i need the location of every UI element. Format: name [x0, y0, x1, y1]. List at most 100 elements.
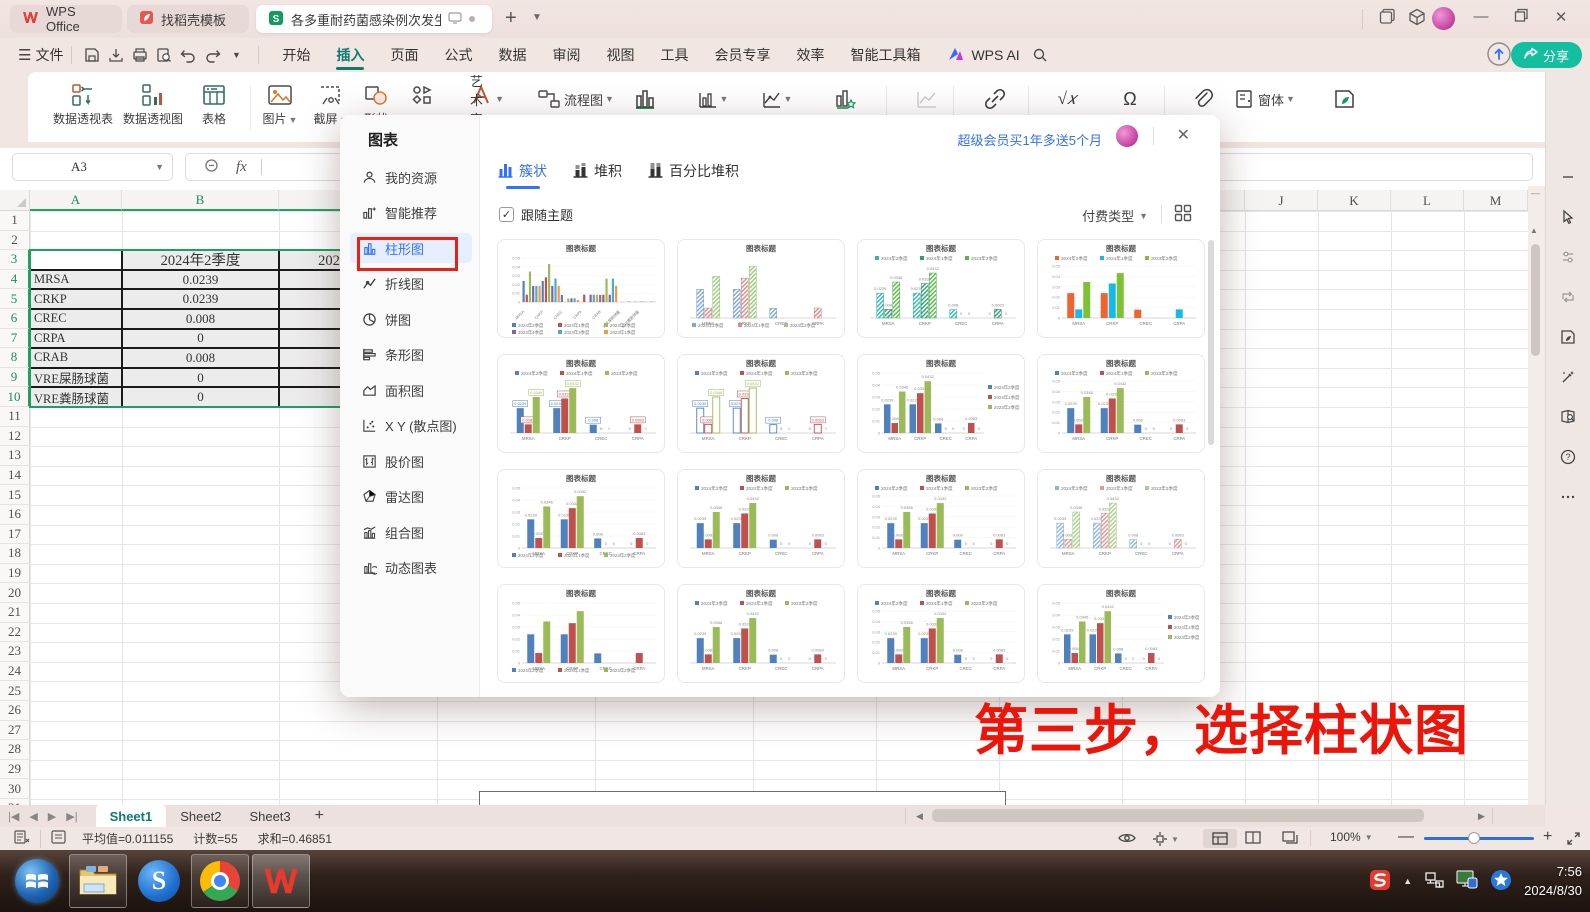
cell-B4[interactable]: 0.0239 — [122, 270, 279, 290]
tab-active-document[interactable]: S 各多重耐药菌感染例次发生率 — [256, 5, 492, 33]
wps-ai-button[interactable]: WPS AI — [947, 46, 1019, 65]
attachment-button[interactable] — [1186, 84, 1220, 114]
vertical-scrollbar[interactable]: — ▲ — [1528, 186, 1544, 805]
chart-template-thumbnail[interactable]: 图表标题2024年2季度2024年1季度2023年2季度0.02390.0083… — [677, 469, 845, 568]
print-icon[interactable] — [128, 44, 152, 66]
sidebar-item-动态图表[interactable]: 动态图表 — [350, 553, 472, 583]
sogou-tray-icon[interactable] — [1369, 869, 1391, 894]
cell-B10[interactable]: 0 — [122, 387, 279, 407]
add-sheet-button[interactable]: + — [315, 807, 324, 825]
row-header-18[interactable]: 18 — [0, 544, 30, 564]
menu-tab-视图[interactable]: 视图 — [593, 38, 647, 72]
chart-template-thumbnail[interactable]: 图表标题MRSACRKPCRECCRPA2024年2季度2024年1季度2023… — [677, 239, 845, 338]
sidebar-item-面积图[interactable]: 面积图 — [350, 375, 472, 405]
hscroll-thumb[interactable] — [932, 809, 1424, 822]
restore-button[interactable] — [1506, 8, 1536, 27]
recommended-chart-button[interactable] — [828, 84, 862, 114]
sidebar-item-饼图[interactable]: 饼图 — [350, 304, 472, 334]
cell-A7[interactable]: CRPA — [30, 329, 122, 349]
row-header-7[interactable]: 7 — [0, 329, 30, 349]
menu-tab-公式[interactable]: 公式 — [431, 38, 485, 72]
sidebar-item-X Y (散点图)[interactable]: X Y (散点图) — [350, 411, 472, 441]
row-header-4[interactable]: 4 — [0, 270, 30, 290]
sidebar-item-组合图[interactable]: 组合图 — [350, 517, 472, 547]
dialog-scrollbar[interactable] — [1208, 240, 1214, 680]
scroll-up-icon[interactable]: ▲ — [1530, 226, 1538, 235]
print-preview-icon[interactable] — [152, 44, 176, 66]
search-icon[interactable] — [1028, 44, 1052, 66]
row-header-3[interactable]: 3 — [0, 250, 30, 270]
eye-icon[interactable] — [1118, 831, 1136, 848]
select-cursor-icon[interactable] — [1555, 204, 1581, 230]
row-header-27[interactable]: 27 — [0, 721, 30, 741]
chart-template-thumbnail[interactable]: 图表标题0.050.040.030.020.0100.02390.00830.0… — [497, 469, 665, 568]
row-header-30[interactable]: 30 — [0, 779, 30, 799]
row-header-25[interactable]: 25 — [0, 681, 30, 701]
row-header-29[interactable]: 29 — [0, 760, 30, 780]
column-header-A[interactable]: A — [30, 190, 122, 211]
file-explorer-button[interactable] — [69, 854, 127, 908]
sogou-browser-button[interactable]: S — [130, 854, 188, 908]
cell-A8[interactable]: CRAB — [30, 348, 122, 368]
chart-template-thumbnail[interactable]: 图表标题2024年2季度2024年1季度2023年2季度0.050.040.03… — [1037, 584, 1205, 683]
more-ellipsis-icon[interactable] — [1555, 484, 1581, 510]
clock[interactable]: 7:56 2024/8/30 — [1524, 862, 1582, 901]
menu-tab-审阅[interactable]: 审阅 — [539, 38, 593, 72]
row-header-21[interactable]: 21 — [0, 603, 30, 623]
minimize-button[interactable]: — — [1466, 8, 1496, 25]
column-header-K[interactable]: K — [1318, 190, 1391, 211]
cell-B6[interactable]: 0.008 — [122, 309, 279, 329]
sidebar-item-条形图[interactable]: 条形图 — [350, 340, 472, 370]
more-commands-icon[interactable]: ▼ — [224, 44, 248, 66]
row-header-26[interactable]: 26 — [0, 701, 30, 721]
tabs-dropdown-icon[interactable]: ▼ — [532, 12, 542, 23]
view-layout-button[interactable] — [1282, 831, 1298, 847]
help-icon[interactable]: ? — [1555, 444, 1581, 470]
360-safety-icon[interactable] — [1490, 869, 1512, 894]
sidebar-item-智能推荐[interactable]: 智能推荐 — [350, 198, 472, 228]
move-selection-icon[interactable]: ▼ — [1152, 831, 1179, 847]
name-box[interactable]: A3 ▼ — [12, 153, 173, 181]
menu-tab-智能工具箱[interactable]: 智能工具箱 — [837, 38, 933, 72]
cell-B5[interactable]: 0.0239 — [122, 289, 279, 309]
prev-sheet-icon[interactable]: ◀ — [29, 810, 37, 823]
start-button[interactable] — [8, 854, 66, 908]
menu-tab-插入[interactable]: 插入 — [323, 38, 377, 72]
row-header-10[interactable]: 10 — [0, 387, 30, 407]
sparkline-button[interactable] — [910, 84, 944, 114]
close-button[interactable]: ✕ — [1546, 8, 1576, 26]
column-header-M[interactable]: M — [1464, 190, 1528, 211]
column-header-L[interactable]: L — [1391, 190, 1464, 211]
docer-resource-button[interactable] — [1328, 84, 1362, 114]
pivot-table-button[interactable]: 数据透视表 — [50, 80, 116, 127]
display-settings-icon[interactable] — [1456, 870, 1478, 893]
row-header-28[interactable]: 28 — [0, 740, 30, 760]
row-header-13[interactable]: 13 — [0, 446, 30, 466]
chart-template-thumbnail[interactable]: 图表标题2024年2季度2024年1季度2023年2季度0.02390.0083… — [497, 354, 665, 453]
new-tab-button[interactable]: + — [505, 7, 517, 30]
doc-finder-icon[interactable] — [1555, 404, 1581, 430]
output-icon[interactable] — [104, 44, 128, 66]
select-all-corner[interactable] — [0, 190, 30, 211]
row-header-11[interactable]: 11 — [0, 407, 30, 427]
chart-template-thumbnail[interactable]: 图表标题2024年2季度2024年1季度2023年2季度0.050.040.03… — [857, 354, 1025, 453]
chart-button[interactable] — [628, 84, 662, 114]
selection-stats-icon[interactable] — [51, 830, 66, 847]
save-icon[interactable] — [80, 44, 104, 66]
cell-B3[interactable]: 2024年2季度 — [122, 250, 279, 270]
row-header-2[interactable]: 2 — [0, 231, 30, 251]
chart-template-thumbnail[interactable]: 图表标题2024年2季度2024年1季度2023年2季度0.050.040.03… — [857, 584, 1025, 683]
icon-library-button[interactable] — [400, 80, 444, 110]
zoom-out-formula-icon[interactable] — [204, 158, 220, 177]
row-header-8[interactable]: 8 — [0, 348, 30, 368]
chart-template-thumbnail[interactable]: 图表标题2024年2季度2024年1季度2023年2季度0.02390.0083… — [677, 354, 845, 453]
dialog-scroll-thumb[interactable] — [1208, 240, 1214, 445]
chart-template-thumbnail[interactable]: 图表标题2024年2季度2024年1季度2023年2季度0.050.040.03… — [857, 469, 1025, 568]
row-header-12[interactable]: 12 — [0, 427, 30, 447]
line-chart-dropdown[interactable]: ▼ — [760, 84, 794, 114]
collapse-rail-icon[interactable] — [1555, 164, 1581, 190]
wordart-label[interactable]: 艺术字▼ — [470, 84, 504, 114]
cell-A6[interactable]: CREC — [30, 309, 122, 329]
menu-tab-数据[interactable]: 数据 — [485, 38, 539, 72]
menu-tab-页面[interactable]: 页面 — [377, 38, 431, 72]
